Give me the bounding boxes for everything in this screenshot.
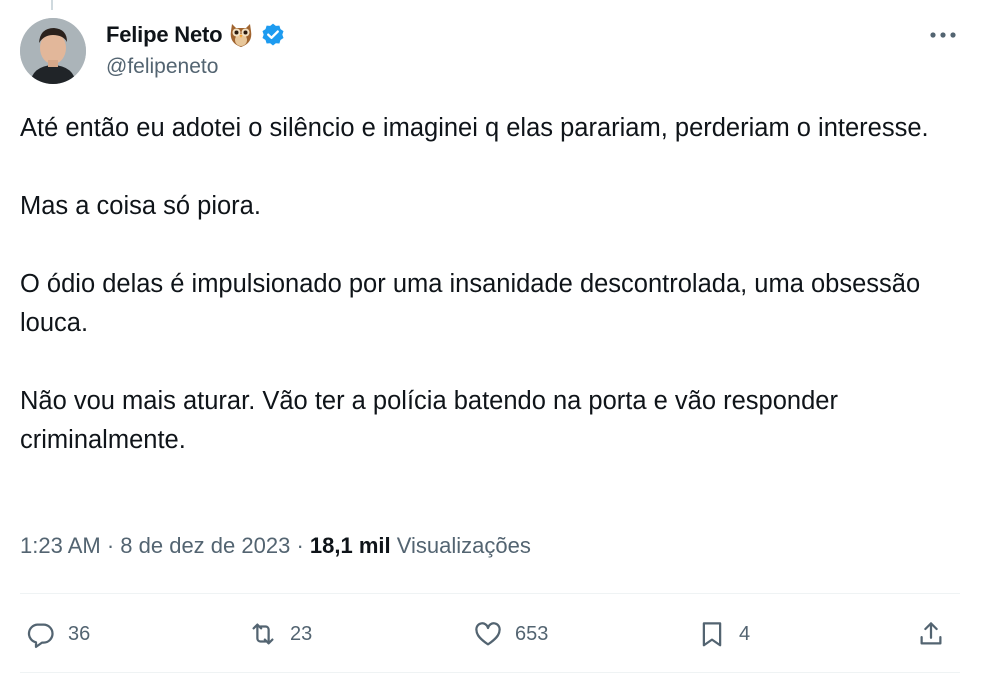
bookmark-icon — [702, 622, 722, 647]
retweet-button[interactable]: 23 — [248, 612, 312, 656]
action-bar: 36 23 653 4 — [20, 612, 960, 656]
owl-icon — [228, 21, 254, 49]
meta-separator: · — [290, 533, 310, 558]
author-display-name[interactable]: Felipe Neto — [106, 22, 223, 48]
tweet-paragraph: Até então eu adotei o silêncio e imagine… — [20, 114, 929, 142]
tweet-metadata: 1:23 AM · 8 de dez de 2023 · 18,1 mil Vi… — [20, 533, 531, 559]
thread-connector-line — [51, 0, 53, 10]
reply-button[interactable]: 36 — [26, 612, 90, 656]
meta-separator: · — [100, 533, 121, 558]
share-button[interactable] — [916, 612, 946, 656]
avatar[interactable] — [20, 18, 86, 84]
reply-icon — [27, 623, 54, 648]
divider — [20, 593, 960, 594]
heart-icon — [475, 622, 501, 646]
retweet-count: 23 — [290, 622, 313, 645]
bookmark-count: 4 — [739, 622, 751, 645]
tweet-text: Até então eu adotei o silêncio e imagine… — [20, 109, 960, 499]
more-options-button[interactable] — [926, 22, 960, 48]
reply-count: 36 — [68, 622, 91, 645]
tweet-date[interactable]: 8 de dez de 2023 — [120, 533, 290, 558]
divider — [20, 672, 960, 673]
author-name-row: Felipe Neto — [106, 18, 286, 52]
views-count: 18,1 mil — [309, 533, 391, 558]
like-button[interactable]: 653 — [473, 612, 548, 656]
bookmark-button[interactable]: 4 — [697, 612, 750, 656]
like-count: 653 — [515, 622, 549, 645]
retweet-icon — [252, 623, 274, 645]
tweet-paragraph: Mas a coisa só piora. — [20, 192, 261, 220]
tweet-paragraph: O ódio delas é impulsionado por uma insa… — [20, 270, 921, 337]
tweet-time[interactable]: 1:23 AM — [20, 533, 101, 558]
share-icon — [920, 622, 942, 645]
tweet-paragraph: Não vou mais aturar. Vão ter a polícia b… — [20, 387, 838, 454]
avatar-image — [20, 18, 86, 84]
views-label: Visualizações — [390, 533, 531, 558]
more-dots-icon — [930, 32, 956, 38]
verified-badge-icon[interactable] — [260, 22, 286, 48]
author-handle[interactable]: @felipeneto — [106, 55, 218, 79]
